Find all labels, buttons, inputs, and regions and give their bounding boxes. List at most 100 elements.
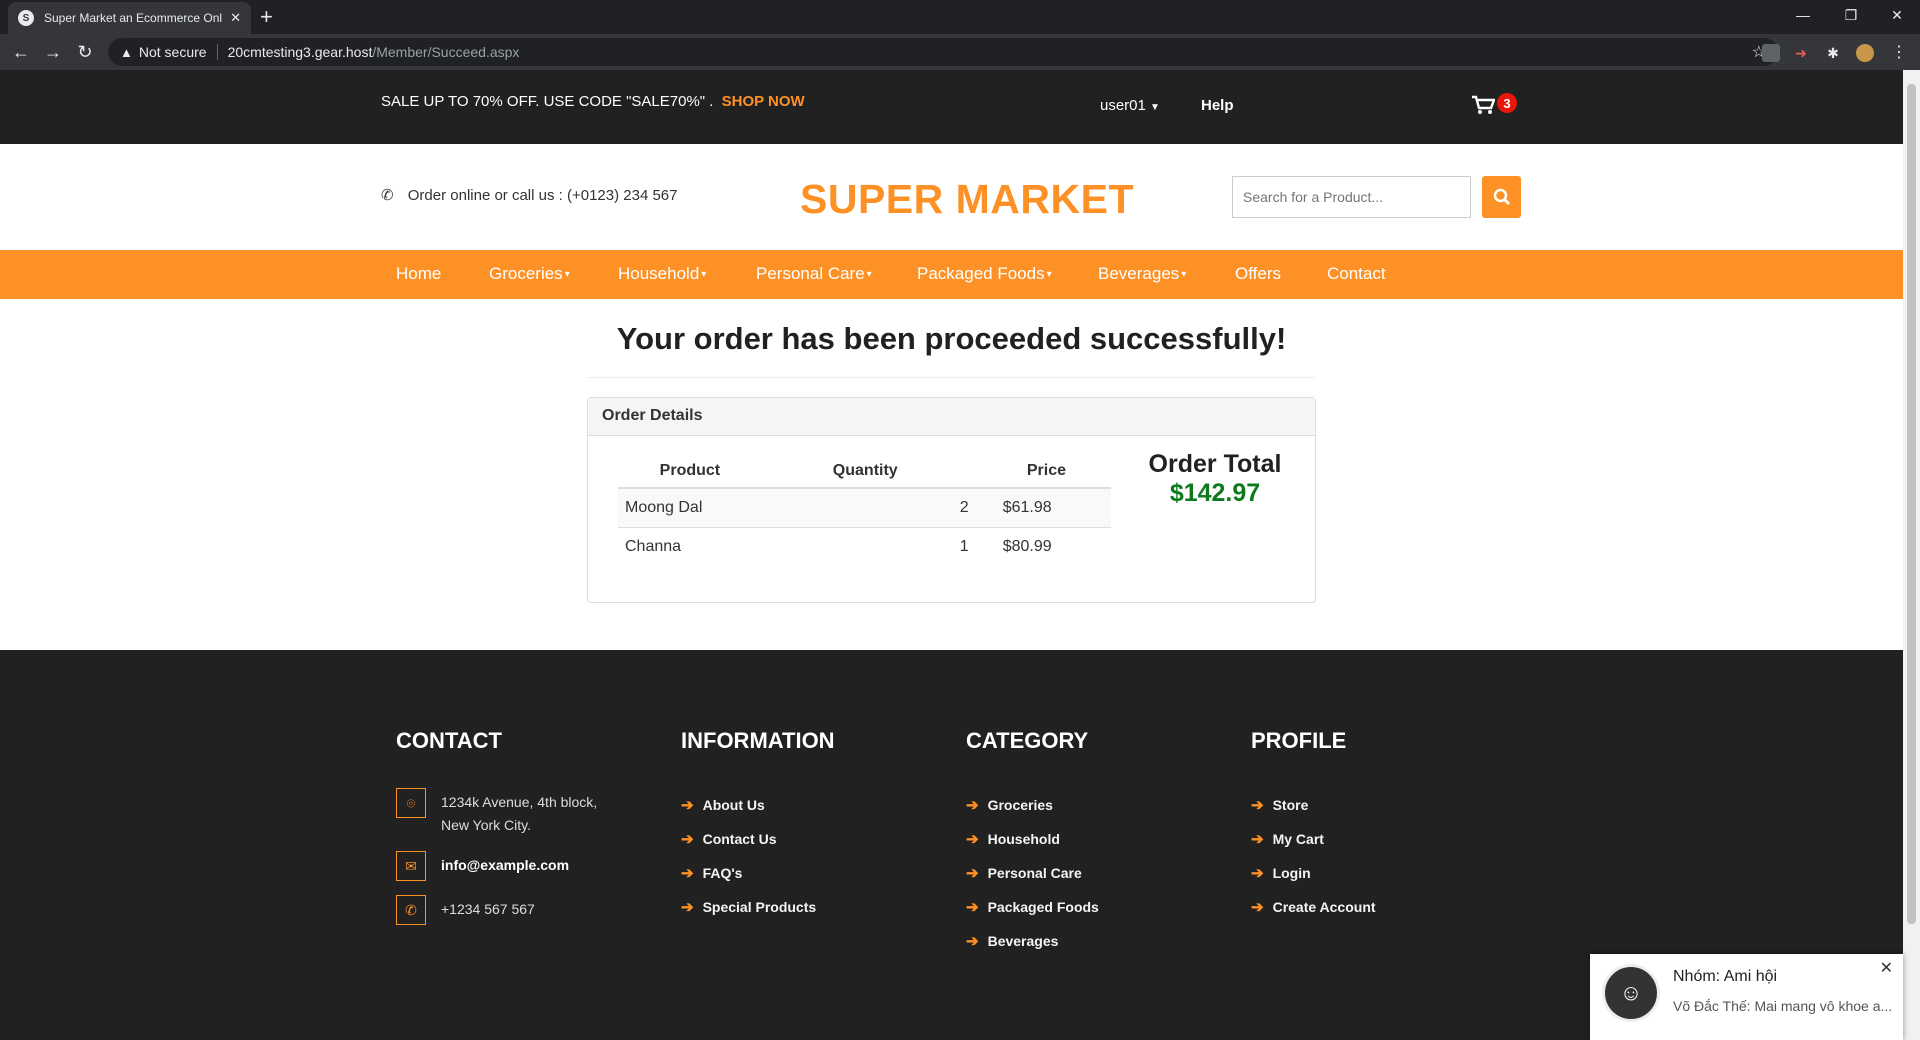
minimize-window-icon[interactable]: — [1780, 0, 1826, 30]
user-name: user01 [1100, 97, 1146, 114]
promo-text: SALE UP TO 70% OFF. USE CODE "SALE70%" . [381, 93, 714, 110]
forward-icon[interactable]: → [40, 40, 66, 64]
footer-link-my-cart[interactable]: ➔ My Cart [1251, 822, 1376, 856]
map-marker-icon: ⌾ [396, 788, 426, 818]
column-header-price: Price [968, 454, 1111, 489]
nav-beverages[interactable]: Beverages ▾ [1098, 264, 1186, 284]
cell-quantity: 1 [959, 537, 969, 555]
footer-link-contact-us[interactable]: ➔ Contact Us [681, 822, 835, 856]
notification-message: Võ Đắc Thế: Mai mang vô khoe a... [1673, 998, 1891, 1014]
nav-groceries[interactable]: Groceries ▾ [489, 264, 570, 284]
profile-avatar-icon[interactable] [1856, 44, 1874, 62]
footer-information: INFORMATION ➔ About Us ➔ Contact Us ➔ FAQ's… [681, 728, 835, 924]
caret-down-icon: ▾ [866, 269, 872, 281]
footer-link-label: Personal Care [987, 865, 1082, 881]
nav-personal-care[interactable]: Personal Care ▾ [756, 264, 872, 284]
address-bar[interactable]: ▲ Not secure 20cmtesting3.gear.host /Mem… [108, 38, 1778, 66]
footer-link-beverages[interactable]: ➔ Beverages [966, 924, 1099, 958]
footer-link-label: Household [987, 831, 1060, 847]
footer-link-groceries[interactable]: ➔ Groceries [966, 788, 1099, 822]
cell-product: Channa [625, 537, 682, 555]
help-link[interactable]: Help [1201, 97, 1234, 114]
nav-label: Home [396, 264, 442, 283]
contact-phone: ✆ +1234 567 567 [396, 895, 597, 925]
close-icon[interactable]: ✕ [1880, 958, 1893, 978]
user-menu[interactable]: user01 ▼ [1100, 97, 1160, 114]
call-us-text: Order online or call us : (+0123) 234 56… [407, 187, 678, 204]
cell-price: $61.98 [968, 488, 1111, 528]
reload-icon[interactable]: ↻ [72, 40, 98, 64]
page-scrollbar[interactable] [1903, 70, 1920, 1040]
footer-link-special-products[interactable]: ➔ Special Products [681, 890, 835, 924]
footer-contact: CONTACT ⌾ 1234k Avenue, 4th block, New Y… [396, 728, 597, 939]
footer-link-label: Special Products [702, 899, 817, 915]
table-row: Moong Dal 2 $61.98 [618, 488, 1111, 528]
search-input[interactable] [1232, 176, 1471, 218]
security-label[interactable]: Not secure [139, 44, 207, 60]
close-window-icon[interactable]: ✕ [1874, 0, 1920, 30]
restore-window-icon[interactable]: ❐ [1828, 0, 1874, 30]
nav-contact[interactable]: Contact [1327, 264, 1386, 284]
phone-icon: ✆ [396, 895, 426, 925]
browser-tab[interactable]: S Super Market an Ecommerce Onl ✕ [8, 2, 251, 34]
footer-link-packaged-foods[interactable]: ➔ Packaged Foods [966, 890, 1099, 924]
url-host: 20cmtesting3.gear.host [227, 44, 373, 60]
panel-title: Order Details [588, 398, 1315, 436]
nav-label: Personal Care [756, 264, 865, 283]
footer-link-login[interactable]: ➔ Login [1251, 856, 1376, 890]
footer-link-household[interactable]: ➔ Household [966, 822, 1099, 856]
order-total-label: Order Total [1148, 450, 1282, 478]
arrow-right-icon: ➔ [681, 899, 694, 916]
chevron-down-icon: ▼ [1150, 102, 1160, 113]
nav-home[interactable]: Home [396, 264, 441, 284]
arrow-right-icon: ➔ [1251, 899, 1264, 916]
arrow-right-icon: ➔ [1251, 865, 1264, 882]
footer-link-create-account[interactable]: ➔ Create Account [1251, 890, 1376, 924]
footer-link-store[interactable]: ➔ Store [1251, 788, 1376, 822]
scrollbar-thumb[interactable] [1907, 84, 1916, 924]
cart-icon [1472, 95, 1496, 114]
search-button[interactable] [1482, 176, 1521, 218]
extensions-puzzle-icon[interactable]: ✱ [1824, 44, 1842, 62]
footer-heading: CATEGORY [966, 728, 1089, 753]
footer-link-faqs[interactable]: ➔ FAQ's [681, 856, 835, 890]
nav-household[interactable]: Household ▾ [618, 264, 706, 284]
divider [587, 377, 1316, 378]
chat-notification[interactable]: ☺ Nhóm: Ami hội Võ Đắc Thế: Mai mang vô … [1590, 954, 1903, 1040]
nav-label: Groceries [489, 264, 563, 283]
caret-down-icon: ▾ [1046, 269, 1052, 281]
extension-arrow-icon[interactable]: ➜ [1792, 44, 1810, 62]
arrow-right-icon: ➔ [966, 899, 979, 916]
footer-link-personal-care[interactable]: ➔ Personal Care [966, 856, 1099, 890]
url-path: /Member/Succeed.aspx [372, 44, 520, 60]
nav-packaged-foods[interactable]: Packaged Foods ▾ [917, 264, 1052, 284]
nav-label: Contact [1327, 264, 1386, 283]
cell-price: $80.99 [1002, 537, 1052, 555]
footer-link-label: Contact Us [702, 831, 777, 847]
extension-icon[interactable] [1762, 44, 1780, 62]
site-logo[interactable]: SUPER MARKET [800, 176, 1134, 223]
site-favicon-icon: S [18, 10, 34, 26]
phone-text: +1234 567 567 [441, 901, 535, 917]
footer-link-label: Store [1272, 797, 1309, 813]
caret-down-icon: ▾ [701, 269, 707, 281]
address-text: 1234k Avenue, 4th block, New York City. [441, 788, 597, 837]
cart-button[interactable]: 3 [1471, 93, 1517, 121]
email-link[interactable]: info@example.com [441, 851, 569, 877]
tab-close-icon[interactable]: ✕ [230, 10, 241, 26]
new-tab-button[interactable]: + [260, 4, 273, 30]
omnibox-divider [216, 44, 218, 60]
nav-offers[interactable]: Offers [1235, 264, 1281, 284]
arrow-right-icon: ➔ [681, 797, 694, 814]
group-avatar-icon: ☺ [1602, 964, 1660, 1022]
contact-email: ✉ info@example.com [396, 851, 597, 881]
browser-menu-icon[interactable]: ⋮ [1890, 44, 1908, 62]
main-nav: Home Groceries ▾ Household ▾ Personal Care… [0, 250, 1903, 299]
footer-link-label: Create Account [1272, 899, 1376, 915]
back-icon[interactable]: ← [8, 40, 34, 64]
footer-heading: PROFILE [1251, 728, 1347, 753]
address-line-2: New York City. [441, 817, 531, 833]
promo-banner: SALE UP TO 70% OFF. USE CODE "SALE70%" .… [381, 93, 805, 110]
footer-link-about-us[interactable]: ➔ About Us [681, 788, 835, 822]
shop-now-link[interactable]: SHOP NOW [722, 93, 805, 110]
